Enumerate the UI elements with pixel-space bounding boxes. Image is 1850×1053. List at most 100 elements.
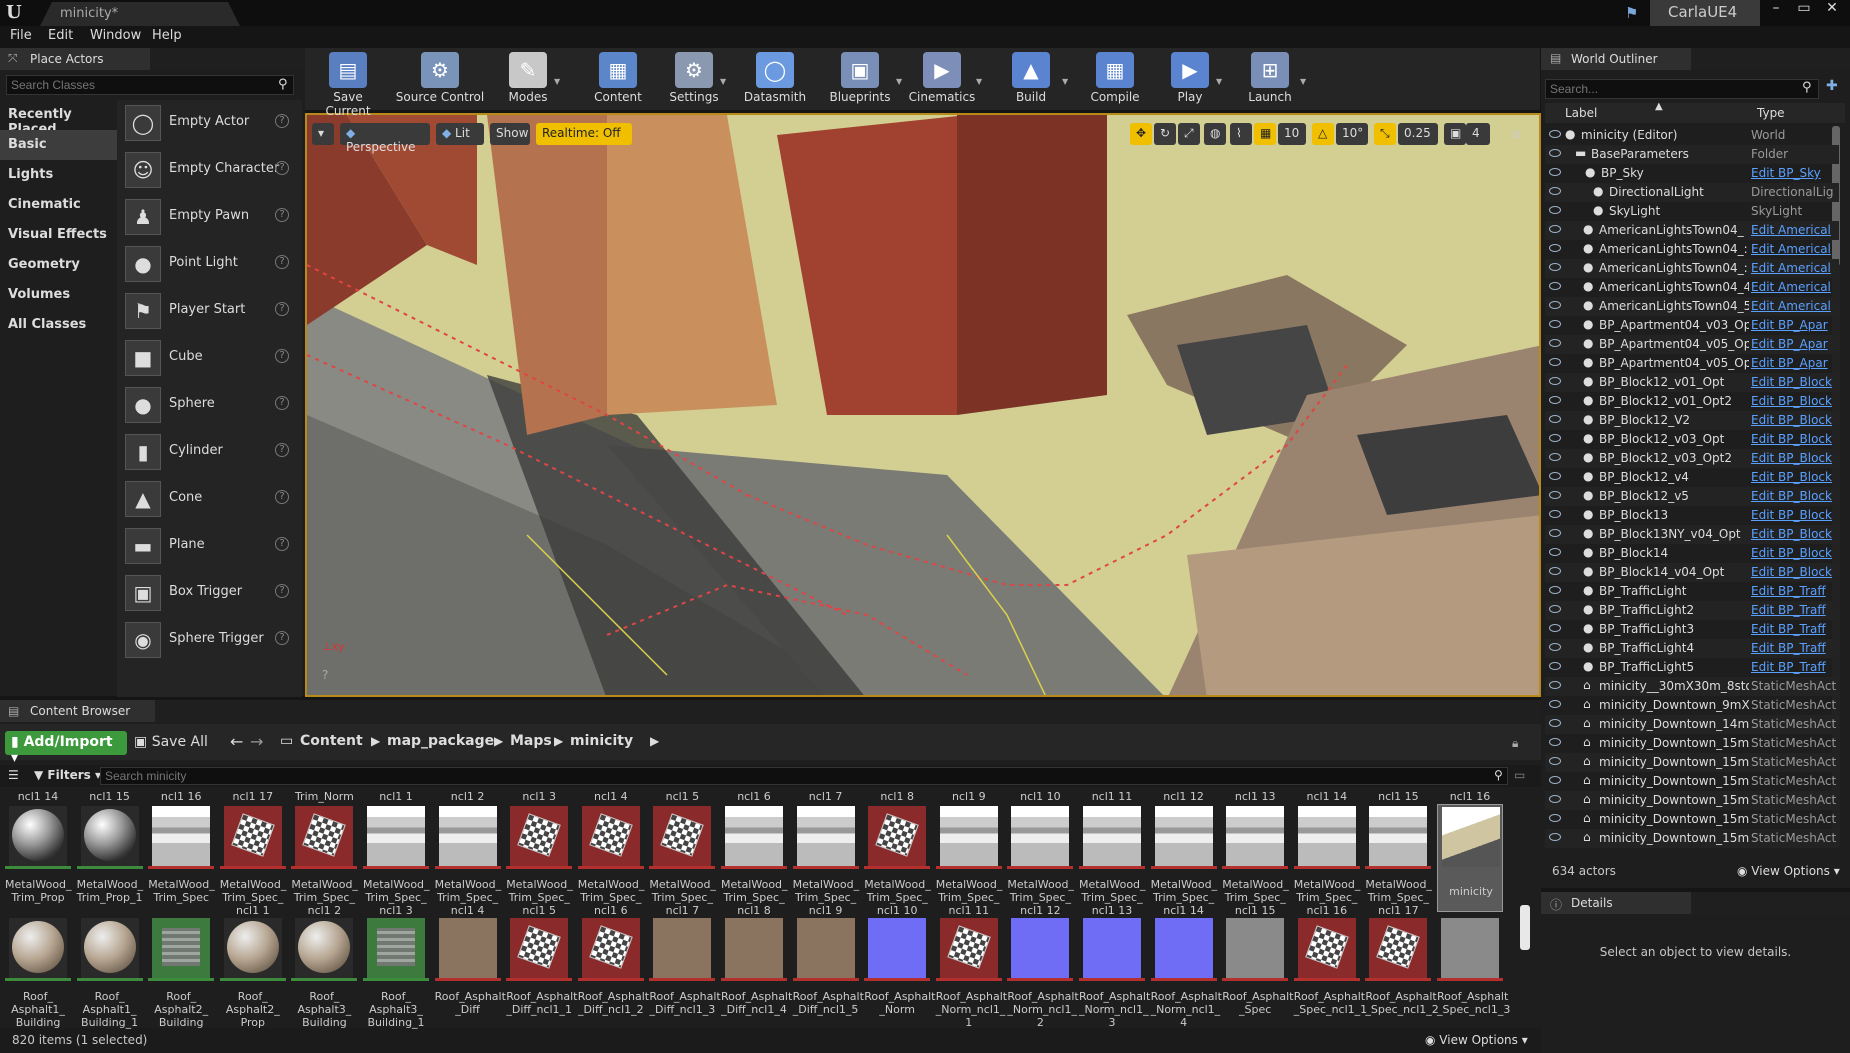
camera-speed-icon[interactable]: ▣ <box>1444 123 1466 145</box>
asset-tile[interactable]: MetalWood_ Trim_Spec_ ncl1 10 <box>864 804 931 917</box>
launch-button[interactable]: ⊞ Launch <box>1236 48 1304 110</box>
asset-tile[interactable]: MetalWood_ Trim_Spec_ ncl1 1 <box>219 804 286 917</box>
chevron-down-icon[interactable]: ▼ <box>554 77 560 86</box>
outliner-row[interactable]: ● BP_TrafficLight3 Edit BP_Traff <box>1545 620 1839 639</box>
compile-button[interactable]: ▦ Compile <box>1080 48 1150 110</box>
menu-window[interactable]: Window <box>90 28 141 43</box>
build-button[interactable]: ▲ Build <box>996 48 1066 110</box>
maximize-viewport-icon[interactable]: ⧉ <box>1512 127 1521 142</box>
chevron-down-icon[interactable]: ▼ <box>896 77 902 86</box>
outliner-row-type[interactable]: Edit BP_Block <box>1751 470 1839 484</box>
breadcrumb-minicity[interactable]: minicity <box>570 733 633 749</box>
category-basic[interactable]: Basic <box>0 130 117 160</box>
content-view-options[interactable]: ◉ View Options ▾ <box>1425 1033 1528 1047</box>
help-icon[interactable]: ? <box>275 537 289 551</box>
camera-speed-value[interactable]: 4 <box>1466 123 1490 145</box>
category-visual-effects[interactable]: Visual Effects <box>0 220 117 250</box>
outliner-row[interactable]: ● BP_Block12_v5 Edit BP_Block <box>1545 487 1839 506</box>
viewport-menu-button[interactable]: ▾ <box>312 123 334 145</box>
asset-tile[interactable]: MetalWood_ Trim_Spec_ ncl1 16 <box>1293 804 1360 917</box>
outliner-row-type[interactable]: Edit BP_Traff <box>1751 660 1839 674</box>
source-control-button[interactable]: ⚙ Source Control <box>392 48 488 110</box>
visibility-eye-icon[interactable] <box>1549 187 1561 195</box>
back-icon[interactable]: ← <box>230 732 243 751</box>
outliner-row[interactable]: ● BP_Block12_v01_Opt2 Edit BP_Block <box>1545 392 1839 411</box>
visibility-eye-icon[interactable] <box>1549 833 1561 841</box>
blueprints-button[interactable]: ▣ Blueprints <box>820 48 900 110</box>
asset-tile[interactable]: MetalWood_ Trim_Spec_ ncl1 4 <box>434 804 501 917</box>
visibility-eye-icon[interactable] <box>1549 339 1561 347</box>
grid-snap-icon[interactable]: ▦ <box>1254 123 1276 145</box>
menu-file[interactable]: File <box>10 28 32 43</box>
help-icon[interactable]: ? <box>275 490 289 504</box>
asset-tile[interactable]: MetalWood_ Trim_Spec_ ncl1 14 <box>1150 804 1217 917</box>
outliner-row[interactable]: ● BP_Block13NY_v04_Opt Edit BP_Block <box>1545 525 1839 544</box>
outliner-row-type[interactable]: Edit Americal <box>1751 280 1839 294</box>
asset-tile[interactable]: MetalWood_ Trim_Prop <box>5 804 72 912</box>
asset-tile[interactable]: MetalWood_ Trim_Spec_ ncl1 13 <box>1079 804 1146 917</box>
outliner-row[interactable]: ● DirectionalLight DirectionalLig <box>1545 183 1839 202</box>
forward-icon[interactable]: → <box>250 732 263 751</box>
actor-item-sphere[interactable]: ● Sphere? <box>119 382 299 429</box>
outliner-row-type[interactable]: Edit BP_Block <box>1751 489 1839 503</box>
actor-item-empty-actor[interactable]: ◯ Empty Actor? <box>119 100 299 147</box>
viewport-help-icon[interactable]: ? <box>322 668 328 682</box>
visibility-eye-icon[interactable] <box>1549 643 1561 651</box>
outliner-row[interactable]: ● minicity (Editor) World <box>1545 126 1839 145</box>
outliner-row[interactable]: ● BP_Sky Edit BP_Sky <box>1545 164 1839 183</box>
asset-tile[interactable]: MetalWood_ Trim_Spec <box>148 804 215 912</box>
asset-tile[interactable]: Roof_ Asphalt3_ Building <box>291 916 358 1029</box>
close-button[interactable]: ✕ <box>1818 0 1846 18</box>
actor-item-sphere-trigger[interactable]: ◉ Sphere Trigger? <box>119 617 299 664</box>
content-button[interactable]: ▦ Content <box>588 48 648 110</box>
visibility-eye-icon[interactable] <box>1549 529 1561 537</box>
asset-tile[interactable]: MetalWood_ Trim_Prop_1 <box>76 804 143 912</box>
perspective-button[interactable]: ◆ Perspective <box>340 123 430 154</box>
save-search-icon[interactable]: ▭ <box>1514 768 1525 782</box>
source-control-status-icon[interactable]: ⚑ <box>1625 4 1638 22</box>
visibility-eye-icon[interactable] <box>1549 586 1561 594</box>
visibility-eye-icon[interactable] <box>1549 605 1561 613</box>
outliner-row[interactable]: ● BP_Block12_v01_Opt Edit BP_Block <box>1545 373 1839 392</box>
visibility-eye-icon[interactable] <box>1549 624 1561 632</box>
category-geometry[interactable]: Geometry <box>0 250 117 280</box>
outliner-row-type[interactable]: Edit BP_Sky <box>1751 166 1839 180</box>
visibility-eye-icon[interactable] <box>1549 776 1561 784</box>
asset-tile[interactable]: Roof_Asphalt _Norm_ncl1_ 2 <box>1007 916 1079 1029</box>
actor-item-player-start[interactable]: ⚑ Player Start? <box>119 288 299 335</box>
rotation-snap-value[interactable]: 10° <box>1336 123 1368 145</box>
asset-tile[interactable]: Roof_Asphalt _Diff_ncl1_2 <box>577 916 649 1024</box>
world-local-icon[interactable]: ◍ <box>1204 123 1226 145</box>
asset-tile[interactable]: minicity <box>1437 804 1503 912</box>
breadcrumb-separator-icon[interactable]: ▶ <box>371 734 380 748</box>
tab-content-browser[interactable]: Content Browser <box>0 700 155 722</box>
outliner-row-type[interactable]: Edit BP_Traff <box>1751 584 1839 598</box>
category-lights[interactable]: Lights <box>0 160 117 190</box>
outliner-row-type[interactable]: Edit BP_Traff <box>1751 641 1839 655</box>
outliner-row-type[interactable]: Edit BP_Traff <box>1751 603 1839 617</box>
asset-tile[interactable]: MetalWood_ Trim_Spec_ ncl1 9 <box>792 804 859 917</box>
sources-toggle-icon[interactable]: ☰ <box>8 768 19 782</box>
asset-tile[interactable]: Roof_ Asphalt1_ Building <box>5 916 71 1029</box>
chevron-down-icon[interactable]: ▼ <box>1062 77 1068 86</box>
outliner-row-type[interactable]: Edit Americal <box>1751 299 1839 313</box>
scale-mode-icon[interactable]: ⤢ <box>1178 123 1200 145</box>
visibility-eye-icon[interactable] <box>1549 263 1561 271</box>
visibility-eye-icon[interactable] <box>1549 814 1561 822</box>
outliner-row[interactable]: ● BP_Block12_v03_Opt Edit BP_Block <box>1545 430 1839 449</box>
outliner-row[interactable]: ▬ BaseParameters Folder <box>1545 145 1839 164</box>
visibility-eye-icon[interactable] <box>1549 662 1561 670</box>
outliner-row-type[interactable]: Edit BP_Block <box>1751 394 1839 408</box>
asset-tile[interactable]: Roof_Asphalt _Diff_ncl1_1 <box>506 916 578 1024</box>
asset-tile[interactable]: Roof_ Asphalt1_ Building_1 <box>76 916 143 1029</box>
help-icon[interactable]: ? <box>275 255 289 269</box>
content-scrollbar[interactable] <box>1520 905 1530 950</box>
asset-tile[interactable]: Roof_Asphalt _Spec_ncl1_1 <box>1293 916 1367 1024</box>
category-volumes[interactable]: Volumes <box>0 280 117 310</box>
asset-tile[interactable]: MetalWood_ Trim_Spec_ ncl1 6 <box>577 804 644 917</box>
visibility-eye-icon[interactable] <box>1549 130 1561 138</box>
show-button[interactable]: Show <box>490 123 530 145</box>
outliner-row-type[interactable]: Edit BP_Traff <box>1751 622 1839 636</box>
outliner-row[interactable]: ● BP_TrafficLight5 Edit BP_Traff <box>1545 658 1839 677</box>
visibility-eye-icon[interactable] <box>1549 301 1561 309</box>
